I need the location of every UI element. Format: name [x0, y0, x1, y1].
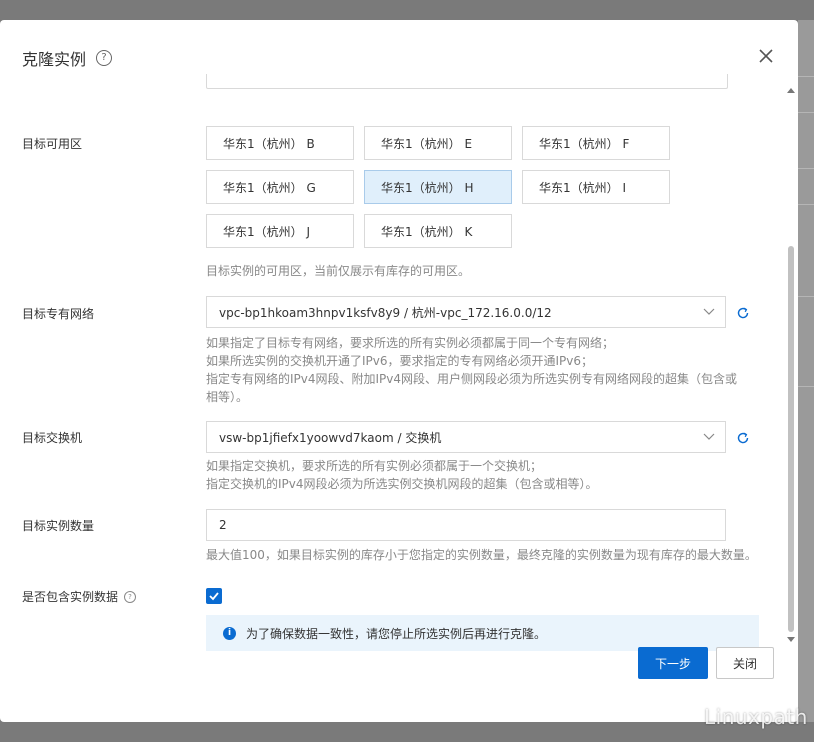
close-icon[interactable] — [758, 48, 774, 64]
zone-hint: 目标实例的可用区，当前仅展示有库存的可用区。 — [206, 264, 471, 278]
vswitch-select[interactable]: vsw-bp1jfiefx1yoowvd7kaom / 交换机 — [206, 421, 726, 453]
instance-count-input[interactable] — [206, 509, 726, 541]
background-divider — [798, 386, 814, 387]
zone-option-e[interactable]: 华东1（杭州） E — [364, 126, 512, 160]
background-divider — [798, 76, 814, 77]
zone-option-k[interactable]: 华东1（杭州） K — [364, 214, 512, 248]
chevron-down-icon — [703, 308, 715, 315]
zone-option-g[interactable]: 华东1（杭州） G — [206, 170, 354, 204]
include-data-label-text: 是否包含实例数据 — [22, 590, 119, 604]
info-notice-text: 为了确保数据一致性，请您停止所选实例后再进行克隆。 — [246, 626, 547, 641]
checkmark-icon — [209, 592, 219, 601]
zone-option-i[interactable]: 华东1（杭州） I — [522, 170, 670, 204]
count-hint: 最大值100，如果目标实例的库存小于您指定的实例数量，最终克隆的实例数量为现有库… — [206, 548, 757, 562]
vswitch-label: 目标交换机 — [22, 431, 83, 445]
dialog-title: 克隆实例 ? — [22, 46, 113, 70]
vpc-hint-list: 如果指定了目标专有网络，要求所选的所有实例必须都属于同一个专有网络； 如果所选实… — [206, 334, 766, 406]
scroll-down-arrow-icon[interactable] — [786, 636, 796, 644]
vpc-select-value: vpc-bp1hkoam3hnpv1ksfv8y9 / 杭州-vpc_172.1… — [219, 305, 552, 320]
vswitch-hint-list: 如果指定交换机，要求所选的所有实例必须都属于一个交换机； 指定交换机的IPv4网… — [206, 457, 766, 493]
next-button[interactable]: 下一步 — [638, 647, 708, 679]
background-divider — [798, 168, 814, 169]
zone-option-h[interactable]: 华东1（杭州） H — [364, 170, 512, 204]
zone-option-f[interactable]: 华东1（杭州） F — [522, 126, 670, 160]
background-divider — [798, 296, 814, 297]
clone-instance-dialog: 克隆实例 ? 目标可用区 华东1（杭州） B 华东1（杭州） E 华东1（杭州）… — [0, 20, 798, 722]
dialog-title-text: 克隆实例 — [22, 50, 87, 69]
vpc-label: 目标专有网络 — [22, 307, 95, 321]
info-icon: i — [223, 626, 236, 640]
previous-field-edge — [206, 74, 728, 89]
vpc-hint: 指定专有网络的IPv4网段、附加IPv4网段、用户侧网段必须为所选实例专有网络网… — [206, 372, 738, 404]
watermark: Linuxpath — [704, 705, 808, 729]
scroll-up-arrow-icon[interactable] — [786, 86, 796, 94]
scrollbar-thumb[interactable] — [788, 246, 794, 632]
refresh-icon[interactable] — [736, 431, 750, 445]
close-button[interactable]: 关闭 — [716, 647, 774, 679]
include-data-label: 是否包含实例数据 ? — [22, 588, 137, 605]
vswitch-hint: 指定交换机的IPv4网段必须为所选实例交换机网段的超集（包含或相等）。 — [206, 477, 598, 491]
zone-label: 目标可用区 — [22, 137, 83, 151]
zone-option-b[interactable]: 华东1（杭州） B — [206, 126, 354, 160]
vswitch-hint: 如果指定交换机，要求所选的所有实例必须都属于一个交换机； — [206, 459, 543, 473]
form-body: 目标可用区 华东1（杭州） B 华东1（杭州） E 华东1（杭州） F 华东1（… — [0, 74, 798, 660]
refresh-icon[interactable] — [736, 306, 750, 320]
help-icon[interactable]: ? — [96, 50, 113, 66]
info-notice: i 为了确保数据一致性，请您停止所选实例后再进行克隆。 — [206, 615, 759, 651]
vpc-hint: 如果所选实例的交换机开通了IPv6，要求指定的专有网络必须开通IPv6； — [206, 354, 594, 368]
background-overlay — [798, 20, 814, 722]
include-data-checkbox[interactable] — [206, 588, 222, 604]
vpc-select[interactable]: vpc-bp1hkoam3hnpv1ksfv8y9 / 杭州-vpc_172.1… — [206, 296, 726, 328]
vswitch-select-value: vsw-bp1jfiefx1yoowvd7kaom / 交换机 — [219, 430, 442, 445]
count-label: 目标实例数量 — [22, 519, 95, 533]
help-icon[interactable]: ? — [124, 590, 137, 603]
vpc-hint: 如果指定了目标专有网络，要求所选的所有实例必须都属于同一个专有网络； — [206, 336, 615, 350]
zone-option-j[interactable]: 华东1（杭州） J — [206, 214, 354, 248]
background-divider — [798, 112, 814, 113]
chevron-down-icon — [703, 433, 715, 440]
background-divider — [798, 204, 814, 205]
